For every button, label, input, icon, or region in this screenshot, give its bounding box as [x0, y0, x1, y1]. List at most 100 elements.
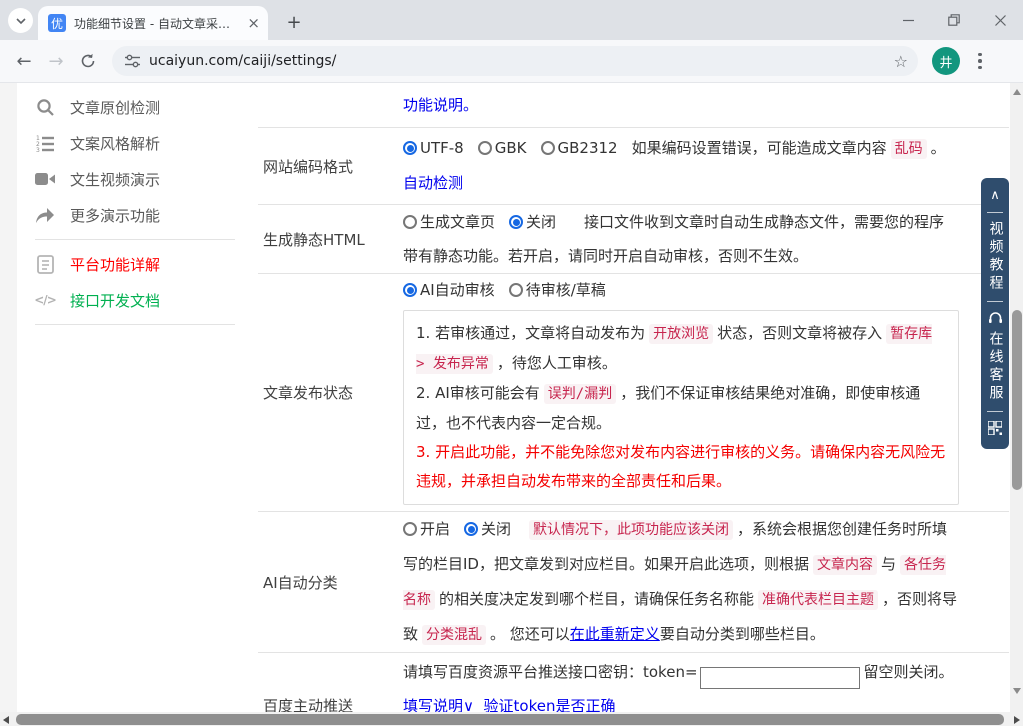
radio-ai-review[interactable]: AI自动审核 [403, 281, 495, 299]
radio-on[interactable]: 开启 [403, 520, 450, 538]
publish-note-1: 1. 若审核通过，文章将自动发布为 开放浏览 状态，否则文章将被存入 暂存库 > 发布… [416, 324, 933, 374]
sidebar-item-more-demos[interactable]: 更多演示功能 [35, 197, 235, 233]
scroll-right-arrow[interactable] [1014, 716, 1020, 724]
url-text[interactable]: ucaiyun.com/caiji/settings/ [149, 53, 894, 69]
sidebar-item-label: 平台功能详解 [70, 255, 161, 274]
row-label: 生成静态HTML [263, 230, 365, 249]
feature-description-link[interactable]: 功能说明。 [403, 88, 478, 122]
sidebar-item-label: 文章原创检测 [70, 98, 161, 117]
radio-generate-page[interactable]: 生成文章页 [403, 213, 495, 231]
site-settings-icon[interactable] [124, 54, 141, 68]
vertical-scrollbar-thumb[interactable] [1011, 310, 1022, 490]
browser-tab[interactable]: 优 功能细节设置 - 自动文章采集器 × [38, 6, 268, 40]
scroll-left-arrow[interactable] [3, 716, 9, 724]
tab-search-button[interactable] [8, 8, 33, 33]
radio-gbk[interactable]: GBK [477, 139, 527, 157]
row-label: 百度主动推送 [263, 697, 354, 712]
restore-icon [948, 14, 960, 26]
code-icon: </> [34, 293, 57, 307]
fill-help-link[interactable]: 填写说明∨ [403, 697, 474, 712]
sidebar-item-label: 文生视频演示 [70, 170, 161, 189]
scroll-up-arrow[interactable] [1013, 89, 1021, 95]
publish-note-2: 2. AI审核可能会有 误判/漏判 ，我们不保证审核结果绝对准确，即使审核通过，也不… [416, 384, 921, 432]
profile-avatar[interactable]: 井 [932, 47, 960, 75]
share-arrow-icon [35, 205, 55, 225]
encoding-note: 如果编码设置错误，可能造成文章内容 [631, 139, 887, 157]
sidebar-item-originality-check[interactable]: 文章原创检测 [35, 89, 235, 125]
document-icon [35, 254, 55, 274]
restore-button[interactable] [931, 0, 977, 40]
default-off-highlight: 默认情况下，此项功能应该关闭 [529, 520, 734, 540]
radio-icon[interactable] [540, 141, 555, 155]
chevron-down-icon [15, 17, 26, 24]
sidebar-item-api-docs[interactable]: </> 接口开发文档 [34, 282, 235, 318]
sidebar-item-text-to-video[interactable]: 文生视频演示 [35, 161, 235, 197]
close-icon [994, 14, 1006, 26]
token-input[interactable] [699, 666, 860, 689]
browser-menu-button[interactable] [968, 49, 992, 73]
radio-icon[interactable] [477, 141, 492, 155]
misclassify-highlight: 分类混乱 [422, 625, 487, 645]
back-button[interactable]: ← [8, 45, 40, 77]
accurate-topic-highlight: 准确代表栏目主题 [758, 590, 879, 610]
verify-token-link[interactable]: 验证token是否正确 [484, 697, 616, 712]
back-to-top-button[interactable]: ∧ [990, 188, 1000, 204]
publish-note-3: 3. 开启此功能，并不能免除您对发布内容进行审核的义务。请确保内容无风险无违规，… [416, 443, 946, 490]
site-favicon: 优 [48, 14, 66, 32]
forward-button: → [48, 50, 64, 72]
minimize-icon [902, 19, 914, 21]
window-controls [885, 0, 1023, 40]
browser-toolbar: ← → ucaiyun.com/caiji/settings/ ☆ 井 [0, 40, 1023, 83]
sidebar-item-style-analysis[interactable]: 1 2 3 文案风格解析 [35, 125, 235, 161]
sidebar-divider [35, 239, 235, 240]
radio-icon[interactable] [403, 215, 417, 229]
row-static-html: 生成静态HTML 生成文章页 关闭 接口文件收到文章时自动生成静态文件，需要您的程序… [258, 205, 1009, 274]
auto-detect-link[interactable]: 自动检测 [403, 174, 463, 192]
online-service-button[interactable]: 在线客服 [986, 331, 1005, 403]
radio-off[interactable]: 关闭 [509, 213, 556, 231]
bookmark-star-icon[interactable]: ☆ [894, 52, 908, 71]
radio-icon[interactable] [509, 215, 524, 229]
baidu-token-text: 请填写百度资源平台推送接口密钥：token= [403, 663, 698, 681]
horizontal-scrollbar-thumb[interactable] [16, 713, 1004, 725]
redefine-link[interactable]: 在此重新定义 [570, 625, 660, 643]
radio-icon[interactable] [403, 283, 417, 297]
reload-button[interactable] [72, 45, 104, 77]
scroll-down-arrow[interactable] [1013, 688, 1021, 694]
radio-gb2312[interactable]: GB2312 [540, 139, 618, 157]
sidebar: 文章原创检测 1 2 3 文案风格解析 文生视频演示 更多演示功能 平台功能详解… [34, 89, 235, 331]
video-camera-icon [35, 169, 55, 189]
row-baidu-push: 百度主动推送 请填写百度资源平台推送接口密钥：token= 留空则关闭。 填写说明… [258, 653, 1009, 712]
search-icon [35, 97, 55, 117]
sidebar-item-label: 接口开发文档 [70, 291, 161, 310]
sidebar-item-label: 文案风格解析 [70, 134, 161, 153]
radio-off[interactable]: 关闭 [464, 520, 511, 538]
video-tutorial-button[interactable]: 视频教程 [986, 221, 1005, 293]
minimize-button[interactable] [885, 0, 931, 40]
page-left-gutter [0, 83, 17, 712]
radio-icon[interactable] [464, 522, 479, 536]
sidebar-divider [35, 324, 235, 325]
tab-bar: 优 功能细节设置 - 自动文章采集器 × + [0, 0, 1023, 40]
row-encoding: 网站编码格式 UTF-8 GBK GB2312 如果编码设置错误，可能造成文章内容 乱码… [258, 128, 1009, 205]
radio-pending-draft[interactable]: 待审核/草稿 [508, 281, 606, 299]
qr-code-icon[interactable] [987, 420, 1003, 439]
radio-utf8[interactable]: UTF-8 [403, 139, 464, 157]
close-window-button[interactable] [977, 0, 1023, 40]
address-bar[interactable]: ucaiyun.com/caiji/settings/ ☆ [112, 46, 918, 76]
new-tab-button[interactable]: + [282, 10, 306, 34]
radio-icon[interactable] [403, 522, 417, 536]
sidebar-item-platform-features[interactable]: 平台功能详解 [35, 246, 235, 282]
row-publish-status: 文章发布状态 AI自动审核 待审核/草稿 1. 若审核通过，文章将自动发布为 开放浏… [258, 274, 1009, 512]
sidebar-item-label: 更多演示功能 [70, 206, 161, 225]
settings-table: 功能说明。 网站编码格式 UTF-8 GBK GB2312 如果编码设置错误，可能造成… [258, 83, 1009, 712]
open-browse-highlight: 开放浏览 [649, 324, 714, 344]
horizontal-scrollbar[interactable] [0, 712, 1023, 726]
ordered-list-icon: 1 2 3 [35, 133, 55, 153]
page-content: 文章原创检测 1 2 3 文案风格解析 文生视频演示 更多演示功能 平台功能详解… [0, 83, 1023, 712]
headset-icon [988, 310, 1003, 329]
radio-icon[interactable] [508, 283, 523, 297]
radio-icon[interactable] [403, 141, 417, 155]
tab-close-icon[interactable]: × [247, 15, 260, 31]
svg-text:3: 3 [36, 147, 40, 153]
